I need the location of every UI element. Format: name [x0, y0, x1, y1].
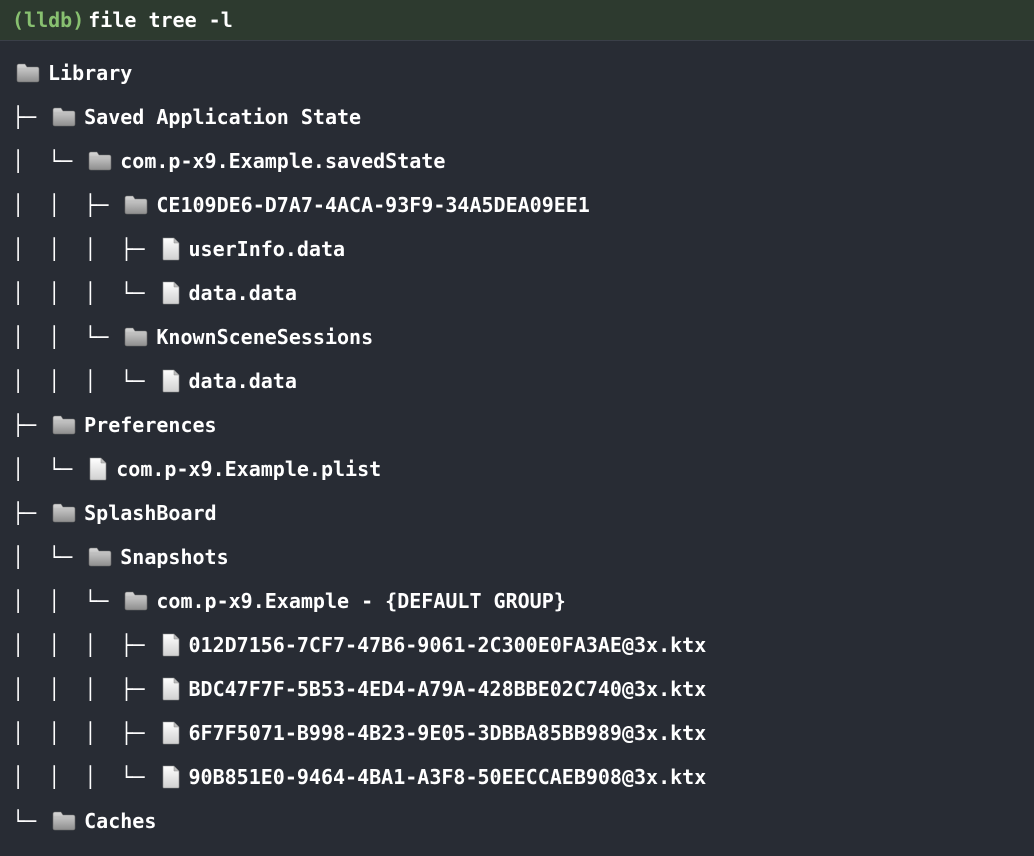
file-icon: [161, 281, 181, 305]
folder-name: KnownSceneSessions: [156, 325, 373, 349]
prompt-bar[interactable]: (lldb) file tree -l: [0, 0, 1034, 41]
prompt-label: (lldb): [12, 8, 84, 32]
tree-row: │ └─ com.p-x9.Example.plist: [12, 447, 1022, 491]
tree-prefix: ├─: [12, 105, 48, 129]
file-name: 012D7156-7CF7-47B6-9061-2C300E0FA3AE@3x.…: [189, 633, 707, 657]
tree-prefix: │ │ │ └─: [12, 369, 157, 393]
folder-name: Preferences: [84, 413, 216, 437]
folder-name: CE109DE6-D7A7-4ACA-93F9-34A5DEA09EE1: [156, 193, 589, 217]
file-icon: [88, 457, 108, 481]
tree-prefix: │ │ └─: [12, 325, 120, 349]
file-icon: [161, 677, 181, 701]
file-name: BDC47F7F-5B53-4ED4-A79A-428BBE02C740@3x.…: [189, 677, 707, 701]
file-name: 90B851E0-9464-4BA1-A3F8-50EECCAEB908@3x.…: [189, 765, 707, 789]
tree-prefix: │ └─: [12, 457, 84, 481]
tree-row: ├─ SplashBoard: [12, 491, 1022, 535]
folder-icon: [16, 63, 40, 83]
tree-prefix: │ └─: [12, 149, 84, 173]
folder-icon: [124, 591, 148, 611]
file-icon: [161, 237, 181, 261]
file-name: com.p-x9.Example.plist: [116, 457, 381, 481]
tree-row: ├─ Preferences: [12, 403, 1022, 447]
tree-row: │ │ │ ├─ BDC47F7F-5B53-4ED4-A79A-428BBE0…: [12, 667, 1022, 711]
file-icon: [161, 765, 181, 789]
tree-row: Library: [12, 51, 1022, 95]
folder-name: SplashBoard: [84, 501, 216, 525]
folder-name: Library: [48, 61, 132, 85]
folder-name: Caches: [84, 809, 156, 833]
tree-row: ├─ Saved Application State: [12, 95, 1022, 139]
tree-row: │ │ │ ├─ userInfo.data: [12, 227, 1022, 271]
tree-row: │ │ │ ├─ 012D7156-7CF7-47B6-9061-2C300E0…: [12, 623, 1022, 667]
folder-icon: [52, 107, 76, 127]
tree-row: │ │ └─ KnownSceneSessions: [12, 315, 1022, 359]
folder-name: com.p-x9.Example - {DEFAULT GROUP}: [156, 589, 565, 613]
folder-name: Saved Application State: [84, 105, 361, 129]
folder-icon: [52, 503, 76, 523]
tree-prefix: │ │ │ └─: [12, 281, 157, 305]
file-icon: [161, 369, 181, 393]
tree-row: │ │ └─ com.p-x9.Example - {DEFAULT GROUP…: [12, 579, 1022, 623]
tree-prefix: │ │ └─: [12, 589, 120, 613]
file-tree-output: Library├─ Saved Application State│ └─ co…: [0, 41, 1034, 853]
tree-row: │ │ │ └─ data.data: [12, 271, 1022, 315]
folder-name: Snapshots: [120, 545, 228, 569]
tree-prefix: │ └─: [12, 545, 84, 569]
tree-prefix: │ │ │ ├─: [12, 237, 157, 261]
folder-icon: [88, 151, 112, 171]
tree-prefix: │ │ │ └─: [12, 765, 157, 789]
tree-row: │ └─ Snapshots: [12, 535, 1022, 579]
file-name: data.data: [189, 369, 297, 393]
file-name: userInfo.data: [189, 237, 346, 261]
folder-icon: [124, 195, 148, 215]
tree-prefix: ├─: [12, 413, 48, 437]
prompt-command: file tree -l: [88, 8, 233, 32]
folder-icon: [88, 547, 112, 567]
file-icon: [161, 721, 181, 745]
file-name: data.data: [189, 281, 297, 305]
tree-prefix: │ │ │ ├─: [12, 677, 157, 701]
tree-row: │ │ ├─ CE109DE6-D7A7-4ACA-93F9-34A5DEA09…: [12, 183, 1022, 227]
tree-row: │ │ │ └─ data.data: [12, 359, 1022, 403]
tree-row: │ └─ com.p-x9.Example.savedState: [12, 139, 1022, 183]
tree-prefix: │ │ │ ├─: [12, 721, 157, 745]
tree-row: └─ Caches: [12, 799, 1022, 843]
tree-row: │ │ │ ├─ 6F7F5071-B998-4B23-9E05-3DBBA85…: [12, 711, 1022, 755]
folder-icon: [52, 415, 76, 435]
folder-icon: [52, 811, 76, 831]
tree-prefix: └─: [12, 809, 48, 833]
tree-prefix: │ │ │ ├─: [12, 633, 157, 657]
tree-prefix: ├─: [12, 501, 48, 525]
tree-prefix: │ │ ├─: [12, 193, 120, 217]
folder-name: com.p-x9.Example.savedState: [120, 149, 445, 173]
folder-icon: [124, 327, 148, 347]
file-icon: [161, 633, 181, 657]
file-name: 6F7F5071-B998-4B23-9E05-3DBBA85BB989@3x.…: [189, 721, 707, 745]
tree-row: │ │ │ └─ 90B851E0-9464-4BA1-A3F8-50EECCA…: [12, 755, 1022, 799]
